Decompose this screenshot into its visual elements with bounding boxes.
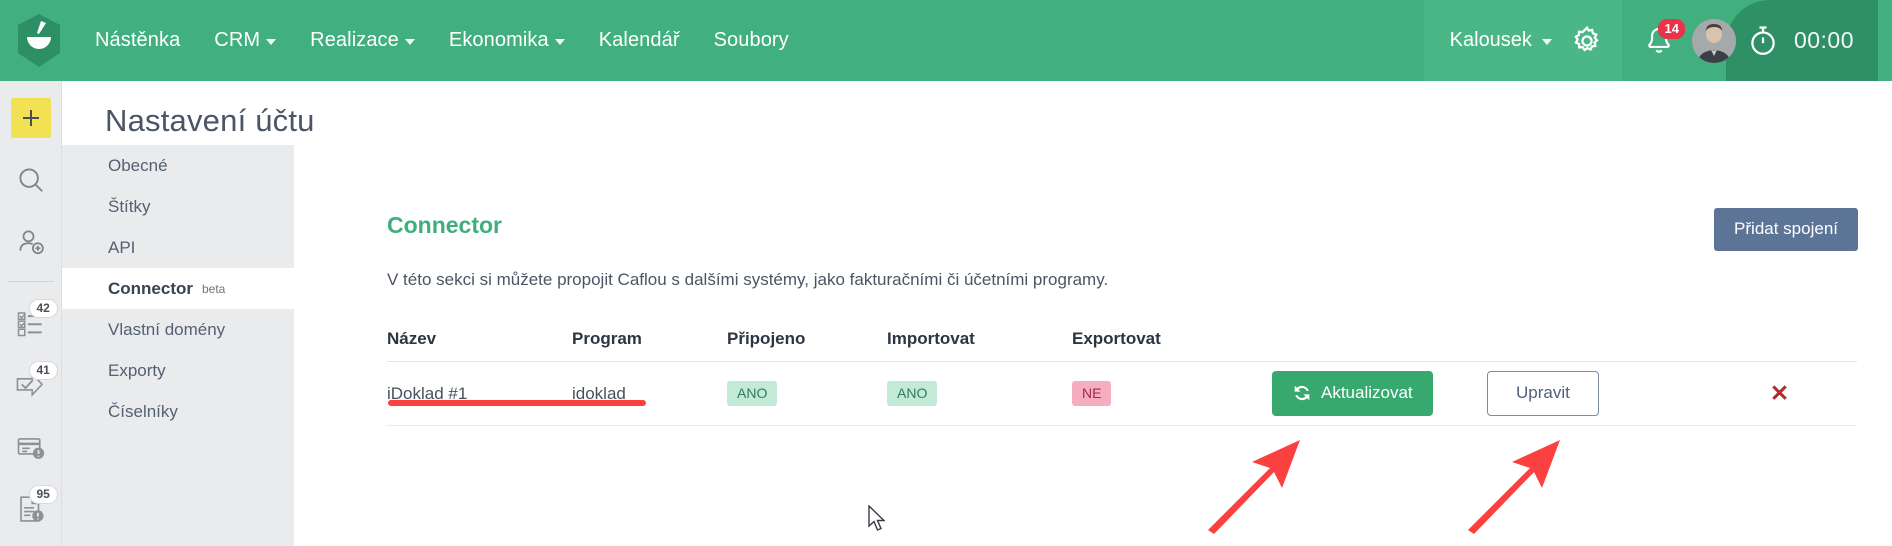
settings-nav-item-ciselniky[interactable]: Číselníky (62, 391, 294, 432)
card-description: V této sekci si můžete propojit Caflou s… (387, 270, 1108, 290)
plus-icon (11, 98, 51, 138)
cell-delete-action: ✕ (1702, 382, 1857, 406)
beta-tag: beta (202, 282, 225, 296)
time-tracker-button[interactable]: 00:00 (1726, 0, 1878, 81)
left-icon-rail: 42 41 (0, 81, 62, 546)
nav-label: Realizace (310, 0, 399, 81)
nav-label: Soubory (714, 0, 789, 81)
nav-item-kalendar[interactable]: Kalendář (582, 0, 697, 81)
rail-badge-invoices: 95 (30, 486, 57, 503)
settings-nav-label: Vlastní domény (108, 320, 225, 340)
search-icon (16, 165, 46, 195)
timer-value: 00:00 (1794, 27, 1854, 54)
settings-gear-button[interactable] (1570, 24, 1604, 58)
cell-export: NE (1072, 381, 1272, 406)
mouse-pointer-icon (868, 505, 890, 535)
nav-item-realizace[interactable]: Realizace (293, 0, 432, 81)
sync-icon (1292, 383, 1312, 403)
card-title: Connector (387, 212, 502, 239)
cell-connected: ANO (727, 381, 887, 406)
nav-item-nastenka[interactable]: Nástěnka (78, 0, 197, 81)
chevron-down-icon (555, 39, 565, 45)
rail-invoices-button[interactable]: 95 (0, 478, 62, 540)
settings-nav-label: Connector (108, 279, 193, 299)
add-connection-button[interactable]: Přidat spojení (1714, 208, 1858, 251)
main-nav: Nástěnka CRM Realizace Ekonomika Kalendá… (78, 0, 806, 81)
account-zone: Kalousek (1424, 0, 1622, 81)
settings-nav-item-obecne[interactable]: Obecné (62, 145, 294, 186)
cell-import: ANO (887, 381, 1072, 406)
column-header-exportovat: Exportovat (1072, 329, 1272, 349)
table-row: iDoklad #1 idoklad ANO ANO NE (387, 362, 1857, 426)
chevron-down-icon (266, 39, 276, 45)
nav-item-soubory[interactable]: Soubory (697, 0, 806, 81)
rail-payments-button[interactable] (0, 416, 62, 478)
rail-tasks-button[interactable]: 42 (0, 292, 62, 354)
column-header-importovat: Importovat (887, 329, 1072, 349)
card-alert-icon (16, 432, 46, 462)
rail-add-button[interactable] (0, 87, 62, 149)
avatar-image (1692, 19, 1736, 63)
app-logo[interactable] (0, 0, 78, 81)
status-badge-connected: ANO (727, 381, 777, 406)
account-name-label: Kalousek (1450, 29, 1532, 52)
delete-row-button[interactable]: ✕ (1770, 382, 1789, 405)
caflou-bowl-logo-icon (15, 13, 63, 69)
rail-divider (8, 281, 54, 282)
status-badge-export: NE (1072, 381, 1111, 406)
settings-nav-label: Exporty (108, 361, 166, 381)
nav-label: Kalendář (599, 0, 680, 81)
cell-refresh-action: Aktualizovat (1272, 371, 1487, 416)
alerts-zone: 14 00:00 (1622, 0, 1892, 81)
add-user-icon (16, 227, 46, 257)
edit-button[interactable]: Upravit (1487, 371, 1599, 416)
chevron-down-icon (1542, 39, 1552, 45)
settings-nav-item-connector[interactable]: Connector beta (62, 268, 294, 309)
gear-icon (1570, 24, 1604, 58)
refresh-button[interactable]: Aktualizovat (1272, 371, 1433, 416)
refresh-button-label: Aktualizovat (1321, 383, 1413, 403)
nav-label: CRM (214, 0, 260, 81)
column-header-program: Program (572, 329, 727, 349)
user-avatar[interactable] (1692, 19, 1736, 63)
annotation-underline-name (388, 400, 646, 406)
cell-edit-action: Upravit (1487, 371, 1702, 416)
rail-search-button[interactable] (0, 149, 62, 211)
connections-table: Název Program Připojeno Importovat Expor… (387, 316, 1857, 426)
rail-badge-tasks: 42 (30, 300, 57, 317)
settings-nav-label: Obecné (108, 156, 168, 176)
settings-nav-label: Číselníky (108, 402, 178, 422)
rail-badge-approvals: 41 (30, 362, 57, 379)
nav-item-crm[interactable]: CRM (197, 0, 293, 81)
stopwatch-icon (1746, 24, 1780, 58)
column-header-pripojeno: Připojeno (727, 329, 887, 349)
rail-approvals-button[interactable]: 41 (0, 354, 62, 416)
account-menu[interactable]: Kalousek (1450, 29, 1552, 52)
settings-nav-item-stitky[interactable]: Štítky (62, 186, 294, 227)
page-title: Nastavení účtu (105, 103, 315, 139)
settings-nav-label: Štítky (108, 197, 151, 217)
settings-nav: Obecné Štítky API Connector beta Vlastní… (62, 145, 294, 546)
nav-item-ekonomika[interactable]: Ekonomika (432, 0, 582, 81)
settings-nav-label: API (108, 238, 135, 258)
column-header-nazev: Název (387, 329, 572, 349)
connector-card: Connector Přidat spojení V této sekci si… (354, 176, 1892, 546)
nav-label: Nástěnka (95, 0, 180, 81)
settings-nav-item-api[interactable]: API (62, 227, 294, 268)
rail-add-user-button[interactable] (0, 211, 62, 273)
notification-count-badge: 14 (1658, 19, 1684, 39)
top-navigation-bar: Nástěnka CRM Realizace Ekonomika Kalendá… (0, 0, 1892, 81)
nav-label: Ekonomika (449, 0, 549, 81)
table-header-row: Název Program Připojeno Importovat Expor… (387, 316, 1857, 362)
settings-nav-item-exporty[interactable]: Exporty (62, 350, 294, 391)
app-root: Nástěnka CRM Realizace Ekonomika Kalendá… (0, 0, 1892, 546)
status-badge-import: ANO (887, 381, 937, 406)
notifications-button[interactable]: 14 (1642, 22, 1676, 60)
settings-nav-item-vlastni-domeny[interactable]: Vlastní domény (62, 309, 294, 350)
chevron-down-icon (405, 39, 415, 45)
